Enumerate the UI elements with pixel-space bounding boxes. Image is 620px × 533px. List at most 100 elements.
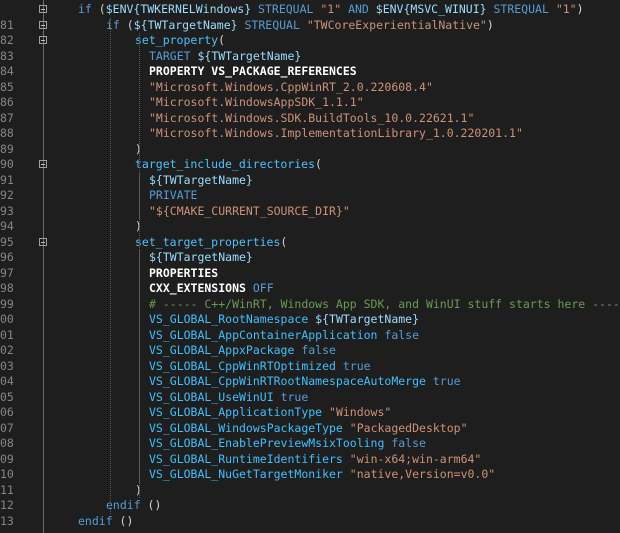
code-token: PROPERTIES — [149, 265, 219, 280]
line-number: 13 — [0, 513, 14, 528]
code-text: TARGET ${TWTargetName} — [149, 49, 301, 65]
code-line[interactable]: 94) — [0, 219, 620, 235]
code-token: VS_GLOBAL_CppWinRTRootNamespaceAutoMerge — [149, 374, 433, 388]
code-line[interactable]: 11) — [0, 483, 620, 499]
code-line[interactable]: 08 VS_GLOBAL_EnablePreviewMsixTooling fal… — [0, 436, 620, 452]
indent-guide — [139, 250, 140, 483]
code-line[interactable]: 04 VS_GLOBAL_CppWinRTRootNamespaceAutoMer… — [0, 374, 620, 390]
code-text: "Microsoft.Windows.SDK.BuildTools_10.0.2… — [149, 111, 474, 127]
code-text: PROPERTY VS_PACKAGE_REFERENCES — [149, 64, 357, 80]
code-text: "Microsoft.Windows.ImplementationLibrary… — [149, 126, 523, 142]
code-text: endif () — [78, 514, 133, 530]
code-line[interactable]: 03 VS_GLOBAL_CppWinRTOptimized true — [0, 359, 620, 375]
code-line[interactable]: 99 # ----- C++/WinRT, Windows App SDK, an… — [0, 297, 620, 313]
code-token: ${TWTargetName} — [149, 172, 253, 187]
code-text: VS_GLOBAL_CppWinRTOptimized true — [149, 359, 371, 375]
code-token: "Microsoft.WindowsAppSDK_1.1.1" — [149, 95, 364, 109]
code-token: "PackagedDesktop" — [349, 420, 468, 435]
line-number: 05 — [0, 389, 14, 404]
code-line[interactable]: 89) — [0, 142, 620, 158]
code-token: () — [140, 498, 162, 512]
code-text: VS_GLOBAL_RootNamespace ${TWTargetName} — [149, 312, 419, 328]
code-line[interactable]: 13 endif () — [0, 514, 620, 530]
code-line[interactable]: 09 VS_GLOBAL_RuntimeIdentifiers "win-x64;… — [0, 452, 620, 468]
fold-collapse-icon[interactable] — [39, 20, 47, 29]
code-text: PRIVATE — [149, 188, 197, 204]
fold-collapse-icon[interactable] — [39, 237, 47, 246]
code-token: set_target_properties — [135, 234, 281, 249]
fold-collapse-icon[interactable] — [39, 36, 47, 44]
code-line[interactable]: 85 "Microsoft.Windows.CppWinRT_2.0.220608… — [0, 80, 620, 96]
code-text: "${CMAKE_CURRENT_SOURCE_DIR}" — [149, 204, 350, 220]
line-number: 99 — [0, 296, 14, 311]
code-line[interactable]: 83 TARGET ${TWTargetName} — [0, 49, 620, 65]
code-token: "1" — [320, 2, 342, 16]
code-token: set_property — [135, 33, 219, 47]
code-token: target_include_directories — [135, 157, 316, 171]
line-number: 92 — [0, 188, 14, 202]
line-number: 12 — [0, 498, 14, 512]
line-number: 95 — [0, 234, 14, 249]
code-token: ) — [576, 2, 584, 16]
code-line[interactable]: 95 set_target_properties( — [0, 235, 620, 251]
line-number: 03 — [0, 358, 14, 373]
code-editor[interactable]: if ($ENV{TWKERNELWindows} STREQUAL "1" A… — [0, 0, 620, 533]
code-line[interactable]: 01 VS_GLOBAL_AppContainerApplication fals… — [0, 328, 620, 344]
line-number: 85 — [0, 79, 14, 94]
code-token: VS_GLOBAL_WindowsPackageType — [149, 420, 350, 435]
code-token: endif — [78, 513, 113, 528]
code-line[interactable]: 98 CXX_EXTENSIONS OFF — [0, 281, 620, 297]
code-token: VS_GLOBAL_AppxPackage — [149, 343, 302, 357]
code-line[interactable]: 97 PROPERTIES — [0, 266, 620, 282]
code-line[interactable]: 96 ${TWTargetName} — [0, 250, 620, 266]
line-number: 96 — [0, 250, 14, 264]
code-line[interactable]: 92 PRIVATE — [0, 188, 620, 204]
code-line[interactable]: 93 "${CMAKE_CURRENT_SOURCE_DIR}" — [0, 204, 620, 220]
code-line[interactable]: 91 ${TWTargetName} — [0, 173, 620, 189]
code-text: VS_GLOBAL_UseWinUI true — [149, 390, 308, 406]
code-token: PRIVATE — [149, 188, 198, 202]
code-token: VS_GLOBAL_CppWinRTOptimized — [149, 358, 343, 373]
code-line[interactable]: 88 "Microsoft.Windows.ImplementationLibra… — [0, 126, 620, 142]
code-line[interactable]: 84 PROPERTY VS_PACKAGE_REFERENCES — [0, 64, 620, 80]
code-token: true — [280, 389, 309, 404]
code-token: ${TWTargetName} — [197, 48, 302, 63]
code-token: VS_GLOBAL_UseWinUI — [149, 389, 281, 404]
line-number: 98 — [0, 281, 14, 295]
code-line[interactable]: 82 set_property( — [0, 33, 620, 49]
code-line[interactable]: 12 endif () — [0, 498, 620, 514]
code-line[interactable]: 86 "Microsoft.WindowsAppSDK_1.1.1" — [0, 95, 620, 111]
code-token: VS_GLOBAL_EnablePreviewMsixTooling — [149, 436, 392, 450]
code-line[interactable]: 00 VS_GLOBAL_RootNamespace ${TWTargetName… — [0, 312, 620, 328]
line-number: 97 — [0, 265, 14, 280]
code-token: endif — [106, 498, 141, 512]
code-token: ( — [315, 157, 322, 171]
code-line[interactable]: 06 VS_GLOBAL_ApplicationType "Windows" — [0, 405, 620, 421]
code-text: VS_GLOBAL_AppContainerApplication false — [149, 328, 419, 344]
indent-guide — [110, 17, 111, 514]
code-line[interactable]: 87 "Microsoft.Windows.SDK.BuildTools_10.0… — [0, 111, 620, 127]
code-token: STREQUAL — [486, 2, 556, 16]
code-line[interactable]: 07 VS_GLOBAL_WindowsPackageType "Packaged… — [0, 421, 620, 437]
line-number: 89 — [0, 141, 14, 156]
code-text: VS_GLOBAL_NuGetTargetMoniker "native,Ver… — [149, 467, 495, 483]
code-line[interactable]: 10 VS_GLOBAL_NuGetTargetMoniker "native,V… — [0, 467, 620, 483]
code-text: "Microsoft.Windows.CppWinRT_2.0.220608.4… — [149, 80, 433, 96]
code-token: VS_GLOBAL_RuntimeIdentifiers — [149, 451, 350, 466]
code-line[interactable]: 05 VS_GLOBAL_UseWinUI true — [0, 390, 620, 406]
code-text: ${TWTargetName} — [149, 173, 253, 189]
code-token: "Windows" — [329, 405, 392, 419]
line-number: 01 — [0, 327, 14, 342]
fold-collapse-icon[interactable] — [39, 160, 47, 168]
fold-collapse-icon[interactable] — [39, 5, 47, 13]
code-line[interactable]: 02 VS_GLOBAL_AppxPackage false — [0, 343, 620, 359]
code-token: false — [391, 436, 426, 450]
code-text: ${TWTargetName} — [149, 250, 253, 266]
code-line[interactable]: if ($ENV{TWKERNELWindows} STREQUAL "1" A… — [0, 2, 620, 18]
code-token: () — [112, 513, 134, 528]
code-token: true — [432, 374, 461, 388]
code-line[interactable]: 90 target_include_directories( — [0, 157, 620, 173]
code-token: ( — [91, 2, 106, 16]
code-line[interactable]: 81 if (${TWTargetName} STREQUAL "TWCoreEx… — [0, 18, 620, 34]
line-number: 91 — [0, 172, 14, 187]
